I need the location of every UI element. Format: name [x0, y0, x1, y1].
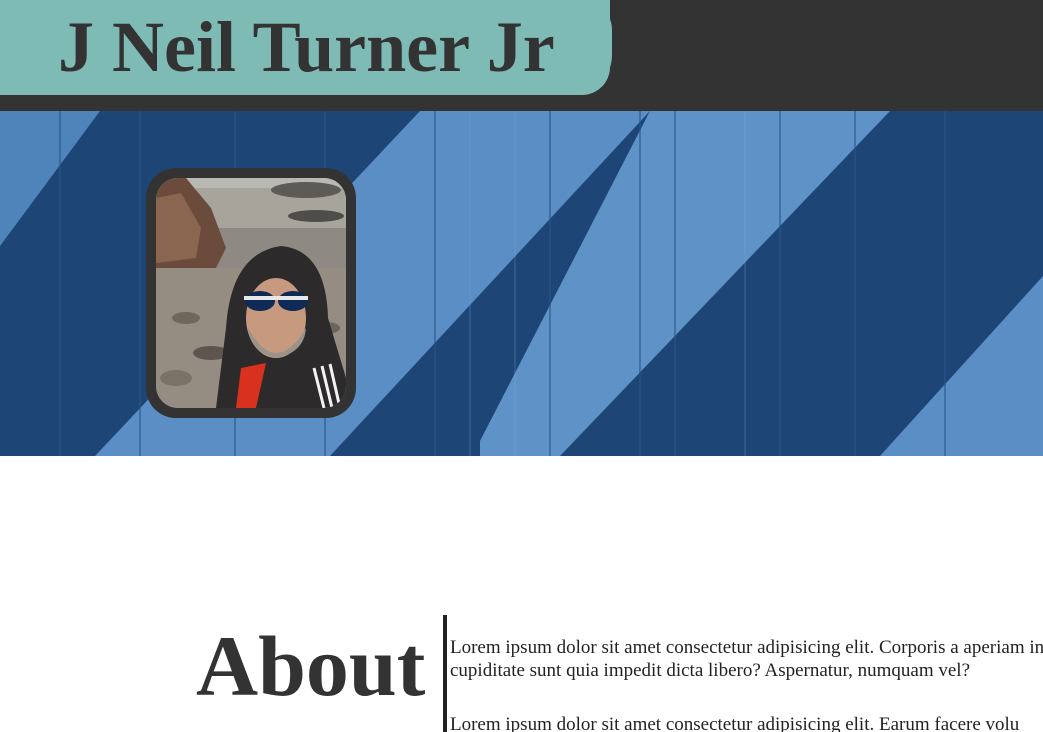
page: J Neil Turner Jr About Lorem ipsum dolor…	[0, 0, 1043, 732]
profile-photo[interactable]	[156, 178, 346, 408]
about-divider	[443, 615, 447, 732]
about-text: Lorem ipsum dolor sit amet consectetur a…	[450, 636, 1043, 732]
site-title[interactable]: J Neil Turner Jr	[58, 4, 555, 90]
about-paragraph-1: Lorem ipsum dolor sit amet consectetur a…	[450, 637, 1043, 681]
about-heading: About	[196, 618, 426, 714]
profile-photo-image	[156, 178, 346, 408]
site-header: J Neil Turner Jr	[0, 0, 1043, 111]
about-paragraph-2: Lorem ipsum dolor sit amet consectetur a…	[450, 714, 1020, 732]
title-banner: J Neil Turner Jr	[0, 0, 612, 95]
profile-photo-frame	[146, 168, 356, 418]
